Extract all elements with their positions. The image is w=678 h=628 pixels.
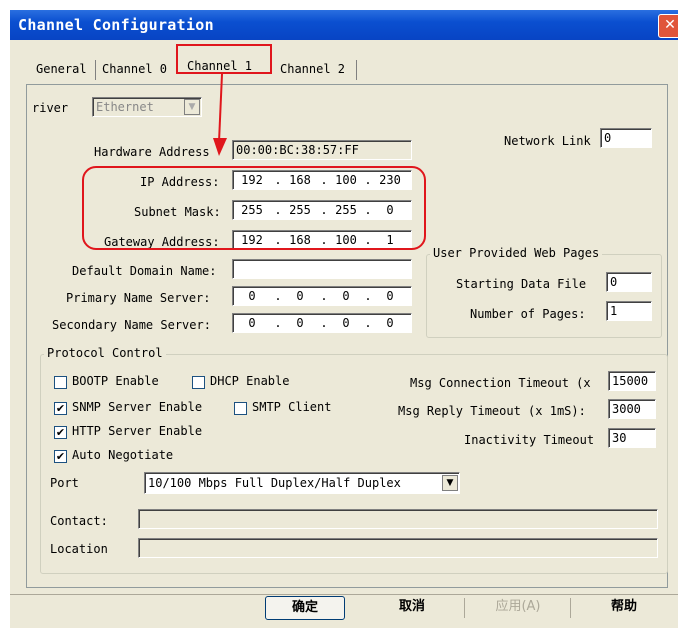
ip-dot: . bbox=[364, 316, 372, 330]
secondary-name-server-field[interactable]: 0 . 0 . 0 . 0 bbox=[232, 313, 412, 333]
button-separator bbox=[570, 598, 571, 618]
checkmark-icon: ✔ bbox=[55, 402, 66, 415]
tab-general[interactable]: General bbox=[32, 58, 91, 80]
ok-button[interactable]: 确定 bbox=[265, 596, 345, 620]
msg-connection-timeout-label: Msg Connection Timeout (x bbox=[410, 376, 591, 390]
button-separator bbox=[464, 598, 465, 618]
bootp-label: BOOTP Enable bbox=[72, 374, 159, 388]
footer-divider bbox=[10, 594, 678, 595]
highlight-tab-annotation bbox=[176, 44, 272, 74]
primary-name-server-label: Primary Name Server: bbox=[66, 291, 211, 305]
contact-input[interactable] bbox=[138, 509, 658, 529]
auto-negotiate-label: Auto Negotiate bbox=[72, 448, 174, 462]
network-link-input[interactable]: 0 bbox=[600, 128, 652, 148]
tab-separator bbox=[356, 60, 357, 80]
smtp-label: SMTP Client bbox=[252, 400, 332, 414]
primary-name-server-field[interactable]: 0 . 0 . 0 . 0 bbox=[232, 286, 412, 306]
ip-dot: . bbox=[364, 289, 372, 303]
chevron-down-icon: ▼ bbox=[184, 99, 200, 115]
default-domain-input[interactable] bbox=[232, 259, 412, 279]
window-title: Channel Configuration bbox=[18, 16, 214, 34]
number-of-pages-label: Number of Pages: bbox=[470, 307, 586, 321]
ip-octet: 0 bbox=[248, 316, 256, 330]
number-of-pages-input[interactable]: 1 bbox=[606, 301, 652, 321]
starting-data-file-label: Starting Data File bbox=[456, 277, 587, 291]
snmp-checkbox[interactable]: ✔ bbox=[54, 402, 67, 415]
ip-octet: 0 bbox=[296, 289, 304, 303]
chevron-down-icon: ▼ bbox=[442, 475, 458, 491]
default-domain-label: Default Domain Name: bbox=[72, 264, 217, 278]
inactivity-timeout-label: Inactivity Timeout bbox=[464, 433, 595, 447]
channel-configuration-window: Channel Configuration ✕ General Channel … bbox=[10, 10, 678, 628]
location-label: Location bbox=[50, 542, 108, 556]
driver-select[interactable]: Ethernet ▼ bbox=[92, 97, 202, 117]
protocol-control-title: Protocol Control bbox=[44, 346, 166, 360]
ip-dot: . bbox=[320, 316, 328, 330]
ip-dot: . bbox=[320, 289, 328, 303]
tab-channel-0[interactable]: Channel 0 bbox=[98, 58, 171, 80]
tab-channel-2[interactable]: Channel 2 bbox=[276, 58, 349, 80]
web-pages-group bbox=[426, 254, 662, 338]
annotation-arrow bbox=[213, 74, 227, 156]
inactivity-timeout-input[interactable]: 30 bbox=[608, 428, 656, 448]
driver-value: Ethernet bbox=[96, 100, 154, 114]
location-input[interactable] bbox=[138, 538, 658, 558]
annotation-arrow-head bbox=[213, 138, 227, 156]
http-label: HTTP Server Enable bbox=[72, 424, 203, 438]
msg-connection-timeout-input[interactable]: 15000 bbox=[608, 371, 656, 391]
highlight-network-annotation bbox=[82, 166, 426, 250]
ip-octet: 0 bbox=[248, 289, 256, 303]
ip-octet: 0 bbox=[386, 316, 394, 330]
help-button[interactable]: 帮助 bbox=[584, 596, 664, 620]
bootp-checkbox[interactable]: ✔ bbox=[54, 376, 67, 389]
network-link-label: Network Link bbox=[504, 134, 591, 148]
title-bar[interactable]: Channel Configuration ✕ bbox=[10, 10, 678, 40]
close-button[interactable]: ✕ bbox=[658, 14, 678, 38]
hardware-address-label: Hardware Address bbox=[94, 145, 210, 159]
cancel-button[interactable]: 取消 bbox=[372, 596, 452, 620]
port-value: 10/100 Mbps Full Duplex/Half Duplex bbox=[148, 476, 401, 490]
apply-button[interactable]: 应用(A) bbox=[478, 596, 558, 620]
ip-dot: . bbox=[274, 289, 282, 303]
snmp-label: SNMP Server Enable bbox=[72, 400, 203, 414]
http-checkbox[interactable]: ✔ bbox=[54, 426, 67, 439]
contact-label: Contact: bbox=[50, 514, 108, 528]
web-pages-title: User Provided Web Pages bbox=[430, 246, 603, 260]
ip-octet: 0 bbox=[342, 289, 350, 303]
annotation-arrow-line bbox=[218, 74, 223, 143]
port-select[interactable]: 10/100 Mbps Full Duplex/Half Duplex ▼ bbox=[144, 472, 460, 494]
checkmark-icon: ✔ bbox=[55, 450, 66, 463]
auto-negotiate-checkbox[interactable]: ✔ bbox=[54, 450, 67, 463]
msg-reply-timeout-input[interactable]: 3000 bbox=[608, 399, 656, 419]
port-label: Port bbox=[50, 476, 79, 490]
ip-octet: 0 bbox=[386, 289, 394, 303]
hardware-address-field: 00:00:BC:38:57:FF bbox=[232, 140, 412, 160]
msg-reply-timeout-label: Msg Reply Timeout (x 1mS): bbox=[398, 404, 586, 418]
starting-data-file-input[interactable]: 0 bbox=[606, 272, 652, 292]
ip-octet: 0 bbox=[342, 316, 350, 330]
smtp-checkbox[interactable]: ✔ bbox=[234, 402, 247, 415]
checkmark-icon: ✔ bbox=[55, 426, 66, 439]
driver-label: river bbox=[32, 101, 69, 115]
ip-octet: 0 bbox=[296, 316, 304, 330]
dhcp-label: DHCP Enable bbox=[210, 374, 290, 388]
dhcp-checkbox[interactable]: ✔ bbox=[192, 376, 205, 389]
secondary-name-server-label: Secondary Name Server: bbox=[52, 318, 211, 332]
ip-dot: . bbox=[274, 316, 282, 330]
tab-separator bbox=[95, 60, 96, 80]
